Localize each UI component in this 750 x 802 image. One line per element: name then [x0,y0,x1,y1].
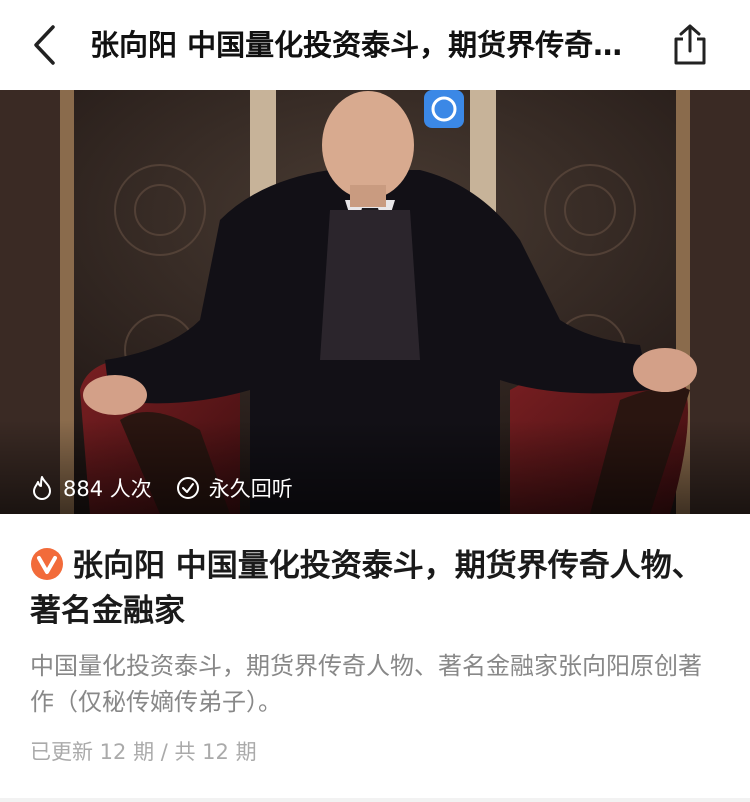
permanent-replay-text: 永久回听 [208,477,293,501]
course-title-text: 张向阳 中国量化投资泰斗，期货界传奇人物、著名金融家 [30,548,703,629]
permanent-replay: 永久回听 [176,473,293,503]
watermark-logo [424,90,464,128]
course-info: 张向阳 中国量化投资泰斗，期货界传奇人物、著名金融家 中国量化投资泰斗，期货界传… [0,514,750,802]
page-title: 张向阳 中国量化投资泰斗，期货界传奇人物、著名金融家 [90,28,630,62]
check-circle-icon [176,477,199,499]
course-cover-image [0,90,750,514]
top-navigation-bar: 张向阳 中国量化投资泰斗，期货界传奇人物、著名金融家 [0,0,750,90]
play-count: 884 人次 [30,473,152,503]
divider [0,798,750,802]
flame-icon [33,476,51,500]
share-icon [674,24,706,65]
chevron-left-icon [34,25,55,65]
share-button[interactable] [664,20,716,70]
course-description: 中国量化投资泰斗，期货界传奇人物、著名金融家张向阳原创著作（仅秘传嫡传弟子）。 [30,652,702,716]
course-title: 张向阳 中国量化投资泰斗，期货界传奇人物、著名金融家 [30,544,720,634]
cover-stats: 884 人次 永久回听 [30,470,317,506]
play-count-text: 884 人次 [63,477,152,501]
episode-count: 已更新 12 期 / 共 12 期 [30,740,257,764]
verified-badge-icon [31,548,63,580]
back-button[interactable] [22,22,68,68]
